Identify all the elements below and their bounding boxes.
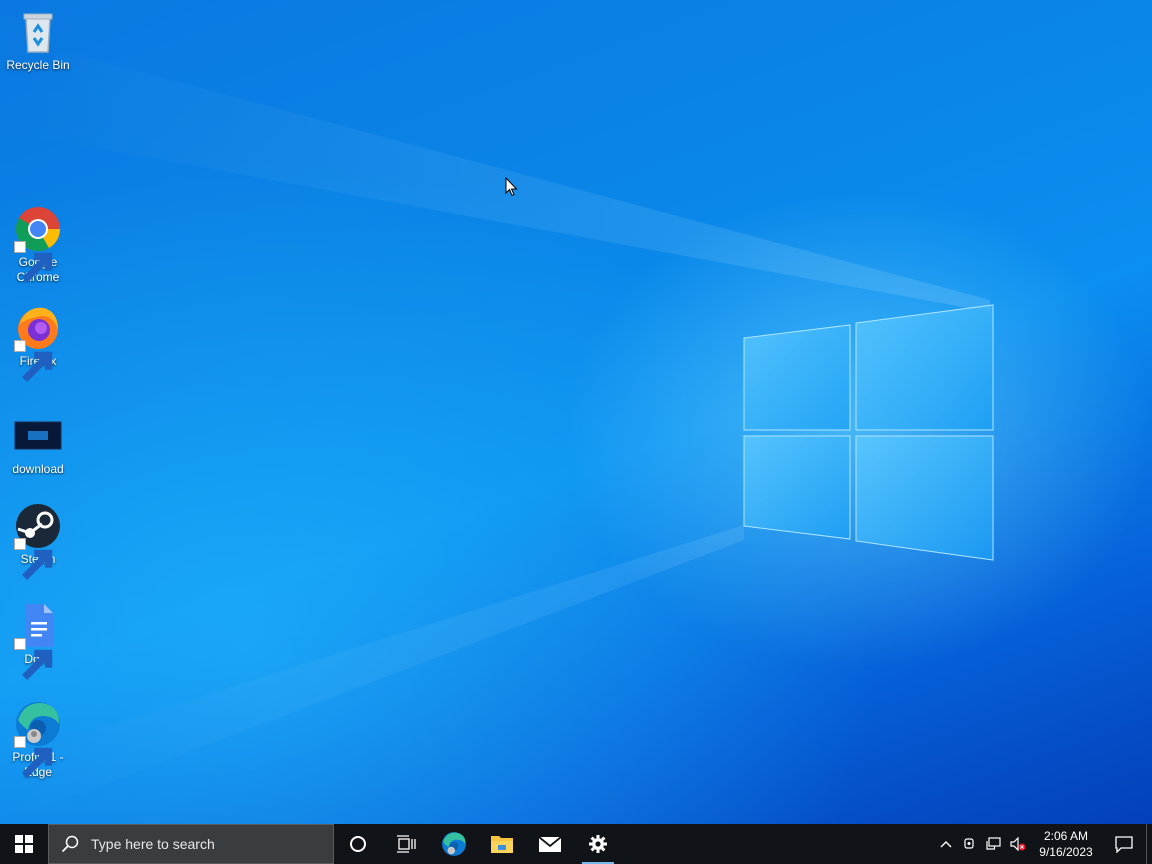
desktop-icon-chrome[interactable]: Google Chrome <box>0 205 76 285</box>
task-view-button[interactable] <box>382 824 430 864</box>
desktop-icon-download[interactable]: download <box>0 412 76 477</box>
clock-date: 9/16/2023 <box>1039 845 1093 859</box>
chevron-up-icon <box>940 841 952 848</box>
action-center-button[interactable] <box>1102 824 1146 864</box>
search-box[interactable]: Type here to search <box>48 824 334 864</box>
mail-button[interactable] <box>526 824 574 864</box>
firefox-icon <box>14 304 62 382</box>
shortcut-arrow-icon <box>14 340 53 382</box>
shortcut-arrow-icon <box>14 736 53 778</box>
taskbar-edge-button[interactable] <box>430 824 478 864</box>
desktop-icon-recycle-bin[interactable]: Recycle Bin <box>0 8 76 73</box>
desktop[interactable]: Recycle Bin Google Chrome Firefox downlo… <box>0 0 1152 824</box>
system-tray: 2:06 AM 9/16/2023 <box>934 824 1152 864</box>
settings-icon <box>589 835 607 853</box>
taskbar: Type here to search 2:06 AM 9/16/2023 <box>0 824 1152 864</box>
desktop-icon-firefox[interactable]: Firefox <box>0 304 76 382</box>
clock[interactable]: 2:06 AM 9/16/2023 <box>1036 828 1096 860</box>
desktop-icon-steam[interactable]: Steam <box>0 502 76 580</box>
show-desktop-button[interactable] <box>1146 824 1152 864</box>
notification-icon <box>1115 836 1133 853</box>
icon-label: Recycle Bin <box>6 58 70 72</box>
search-icon <box>61 835 79 853</box>
wallpaper-windows-logo <box>0 50 994 824</box>
meet-now-button[interactable] <box>958 824 982 864</box>
meet-now-icon <box>964 838 974 849</box>
edge-icon <box>14 700 62 778</box>
shortcut-arrow-icon <box>14 638 53 680</box>
volume-muted-icon <box>1010 837 1026 851</box>
file-explorer-button[interactable] <box>478 824 526 864</box>
edge-icon <box>442 832 466 856</box>
desktop-icon-docs[interactable]: Docs <box>0 602 76 680</box>
image-file-icon <box>14 412 62 460</box>
shortcut-arrow-icon <box>14 241 53 283</box>
icon-label: download <box>12 462 64 476</box>
docs-icon <box>14 602 62 680</box>
start-button[interactable] <box>0 824 48 864</box>
volume-button[interactable] <box>1006 824 1030 864</box>
shortcut-arrow-icon <box>14 538 53 580</box>
cortana-button[interactable] <box>334 824 382 864</box>
mail-icon <box>538 836 562 852</box>
desktop-icon-edge-profile[interactable]: Profile 1 - Edge <box>0 700 76 780</box>
recycle-bin-icon <box>14 8 62 56</box>
settings-button[interactable] <box>574 824 622 864</box>
chrome-icon <box>14 205 62 283</box>
file-explorer-icon <box>491 836 513 853</box>
search-placeholder: Type here to search <box>91 836 215 852</box>
network-button[interactable] <box>982 824 1006 864</box>
windows-logo-icon <box>15 835 33 853</box>
steam-icon <box>14 502 62 580</box>
clock-time: 2:06 AM <box>1043 829 1089 843</box>
network-icon <box>986 837 1001 850</box>
cortana-icon <box>350 836 366 852</box>
task-view-icon <box>397 835 416 853</box>
show-hidden-icons-button[interactable] <box>934 824 958 864</box>
mouse-cursor-icon <box>505 177 518 197</box>
